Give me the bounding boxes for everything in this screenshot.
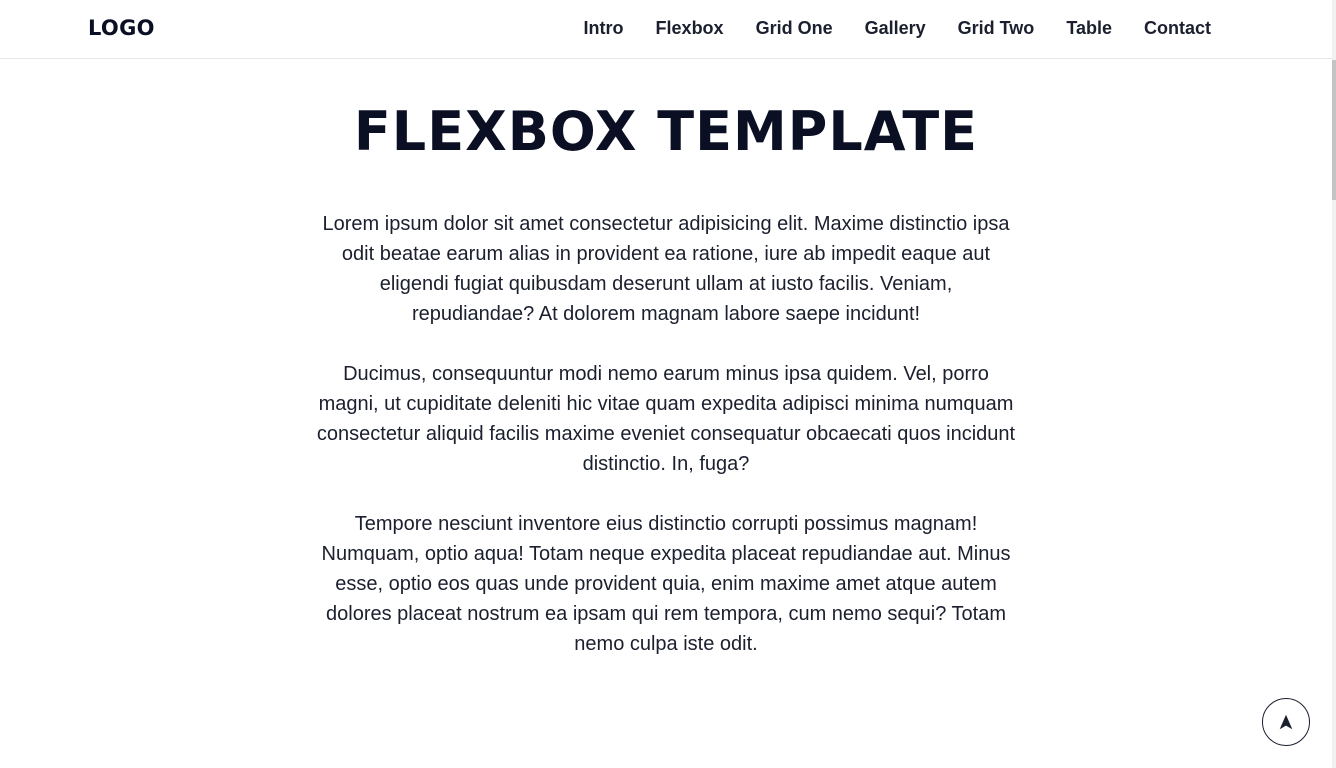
nav-links: Intro Flexbox Grid One Gallery Grid Two … xyxy=(552,18,1211,39)
nav-item-grid-two: Grid Two xyxy=(958,18,1035,39)
nav-link-intro[interactable]: Intro xyxy=(584,18,624,38)
nav-item-gallery: Gallery xyxy=(865,18,926,39)
page-title: FLEXBOX TEMPLATE xyxy=(353,100,979,163)
paragraph-3: Tempore nesciunt inventore eius distinct… xyxy=(321,512,1011,655)
nav-link-grid-two[interactable]: Grid Two xyxy=(958,18,1035,38)
text-block: Lorem ipsum dolor sit amet consectetur a… xyxy=(316,165,1016,659)
nav-link-grid-one[interactable]: Grid One xyxy=(756,18,833,38)
top-navbar: LOGO Intro Flexbox Grid One Gallery Grid… xyxy=(0,0,1332,59)
nav-item-grid-one: Grid One xyxy=(756,18,833,39)
scroll-to-top-button[interactable] xyxy=(1262,698,1310,746)
nav-link-table[interactable]: Table xyxy=(1066,18,1112,38)
logo[interactable]: LOGO xyxy=(88,16,155,40)
paragraph-1: Lorem ipsum dolor sit amet consectetur a… xyxy=(322,212,1010,325)
nav-link-flexbox[interactable]: Flexbox xyxy=(656,18,724,38)
nav-item-flexbox: Flexbox xyxy=(656,18,724,39)
nav-link-gallery[interactable]: Gallery xyxy=(865,18,926,38)
arrow-up-icon xyxy=(1279,714,1293,730)
paragraph-2: Ducimus, consequuntur modi nemo earum mi… xyxy=(316,362,1016,475)
nav-item-contact: Contact xyxy=(1144,18,1211,39)
page-scrollbar[interactable] xyxy=(1332,0,1336,768)
page: LOGO Intro Flexbox Grid One Gallery Grid… xyxy=(0,0,1336,768)
scrollbar-thumb[interactable] xyxy=(1332,60,1336,200)
nav-item-intro: Intro xyxy=(584,18,624,39)
main-content: FLEXBOX TEMPLATE Lorem ipsum dolor sit a… xyxy=(0,60,1332,689)
nav-link-contact[interactable]: Contact xyxy=(1144,18,1211,38)
nav-item-table: Table xyxy=(1066,18,1112,39)
